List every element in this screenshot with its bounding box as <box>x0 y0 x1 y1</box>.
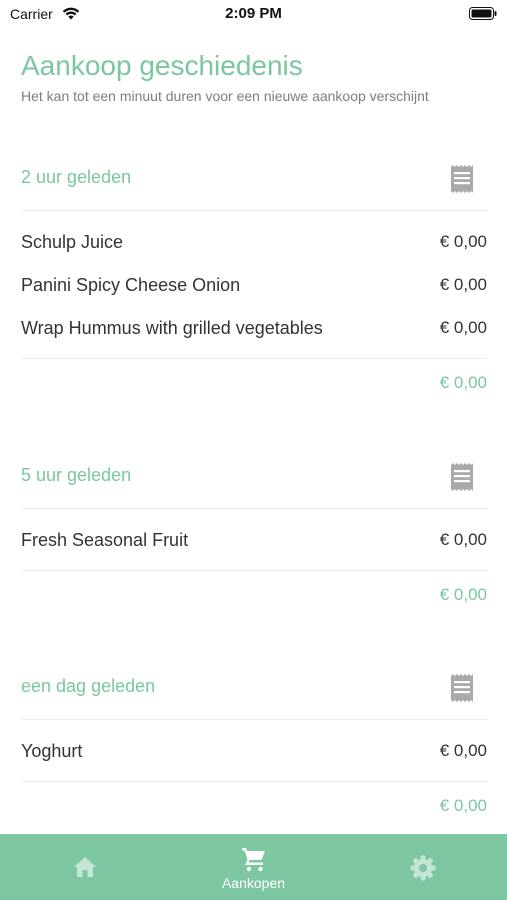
total-row: € 0,00 <box>21 782 487 832</box>
item-list: Yoghurt € 0,00 <box>21 720 487 782</box>
item-name: Schulp Juice <box>21 232 124 252</box>
tab-settings[interactable] <box>338 834 507 900</box>
item-price: € 0,00 <box>439 318 487 337</box>
cart-icon <box>241 848 265 872</box>
gear-icon <box>410 855 435 881</box>
item-list: Schulp Juice € 0,00 Panini Spicy Cheese … <box>21 211 487 359</box>
group-time: een dag geleden <box>21 676 156 696</box>
page-title: Aankoop geschiedenis <box>21 50 303 81</box>
item-name: Wrap Hummus with grilled vegetables <box>21 318 323 338</box>
list-item: Panini Spicy Cheese Onion € 0,00 <box>21 264 487 307</box>
total-price: € 0,00 <box>439 373 487 392</box>
receipt-icon[interactable] <box>449 674 475 702</box>
tab-bar: Aankopen <box>0 834 507 900</box>
group-header: 5 uur geleden <box>21 451 487 509</box>
tab-label: Aankopen <box>221 875 286 891</box>
total-row: € 0,00 <box>21 571 487 621</box>
item-list: Fresh Seasonal Fruit € 0,00 <box>21 509 487 571</box>
tab-home[interactable] <box>0 834 169 900</box>
battery-icon <box>469 7 497 20</box>
item-name: Yoghurt <box>21 741 83 761</box>
item-price: € 0,00 <box>439 530 487 549</box>
clock: 2:09 PM <box>225 5 282 22</box>
list-item: Fresh Seasonal Fruit € 0,00 <box>21 519 487 562</box>
group-header: 2 uur geleden <box>21 153 487 211</box>
group-time: 5 uur geleden <box>21 465 132 485</box>
list-item: Yoghurt € 0,00 <box>21 730 487 773</box>
item-price: € 0,00 <box>439 741 487 760</box>
list-item: Wrap Hummus with grilled vegetables € 0,… <box>21 307 487 350</box>
group-time: 2 uur geleden <box>21 167 132 187</box>
total-price: € 0,00 <box>439 585 487 604</box>
total-price: € 0,00 <box>439 796 487 815</box>
item-price: € 0,00 <box>439 275 487 294</box>
status-bar: Carrier 2:09 PM <box>0 0 507 28</box>
item-name: Fresh Seasonal Fruit <box>21 530 189 550</box>
receipt-icon[interactable] <box>449 463 475 491</box>
item-name: Panini Spicy Cheese Onion <box>21 275 241 295</box>
item-price: € 0,00 <box>439 232 487 251</box>
receipt-icon[interactable] <box>449 165 475 193</box>
group-header: een dag geleden <box>21 662 487 720</box>
page-subtitle: Het kan tot een minuut duren voor een ni… <box>21 88 429 104</box>
purchase-group: een dag geleden Yoghurt € 0,00 € 0,00 <box>21 662 487 832</box>
purchase-group: 2 uur geleden Schulp Juice € 0,00 Panini… <box>21 153 487 409</box>
purchase-group: 5 uur geleden Fresh Seasonal Fruit € 0,0… <box>21 451 487 621</box>
home-icon <box>73 857 96 877</box>
total-row: € 0,00 <box>21 359 487 409</box>
list-item: Schulp Juice € 0,00 <box>21 221 487 264</box>
tab-purchases[interactable]: Aankopen <box>169 834 338 900</box>
